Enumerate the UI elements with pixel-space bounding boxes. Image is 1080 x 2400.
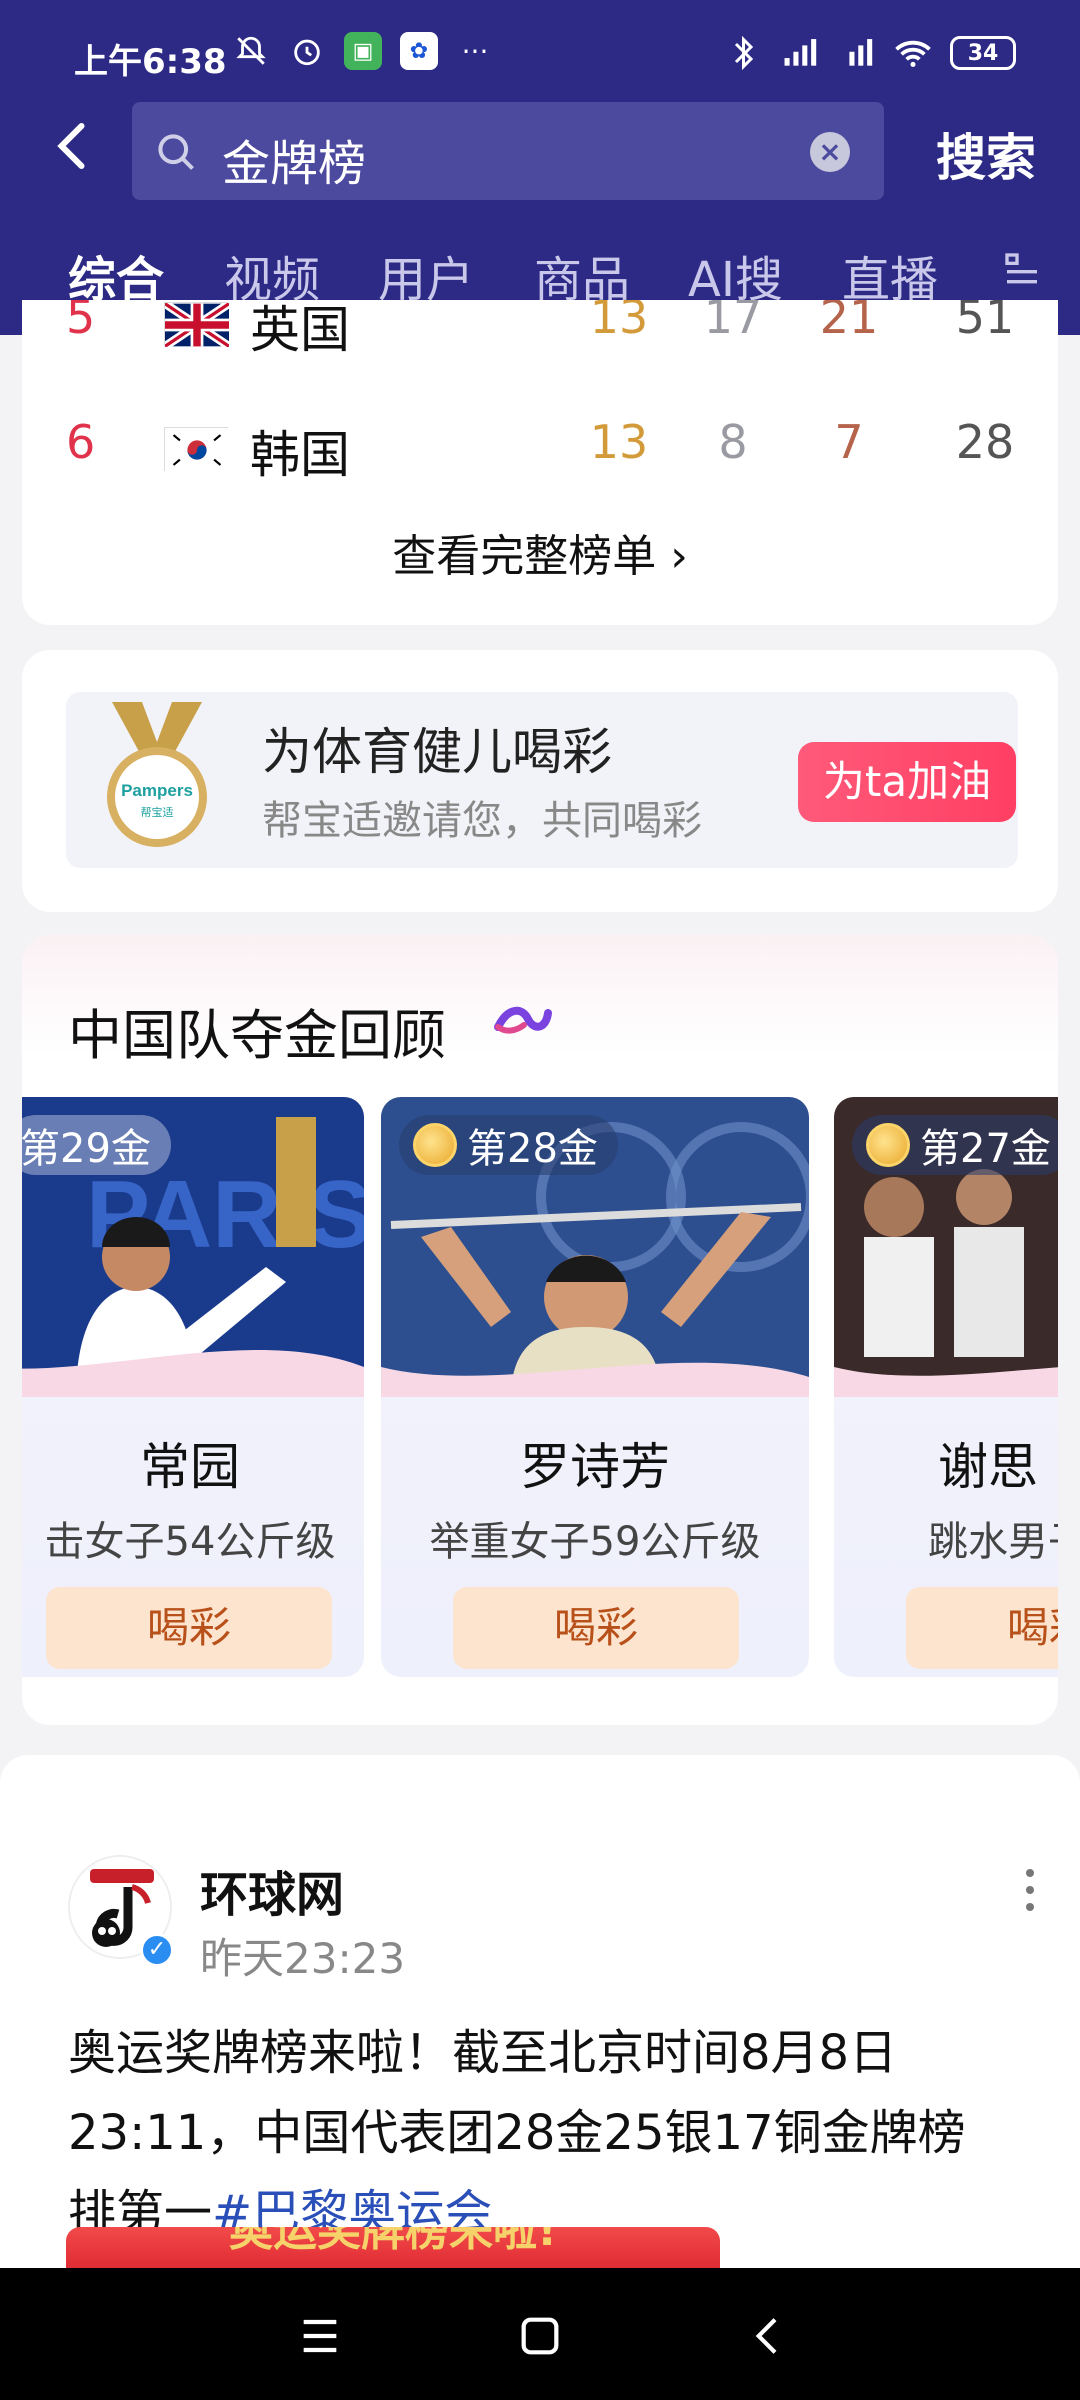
sponsor-banner[interactable]: Pampers 帮宝适 为体育健儿喝彩 帮宝适邀请您，共同喝彩 为ta加油 — [66, 692, 1018, 868]
wifi-icon — [894, 34, 932, 72]
search-icon — [158, 134, 194, 170]
athlete-name: 常园 — [140, 1438, 240, 1496]
gold-number-badge: 第29金 — [22, 1115, 171, 1175]
bell-off-icon — [232, 32, 270, 70]
silver-count: 17 — [703, 300, 763, 344]
sponsor-subtitle: 帮宝适邀请您，共同喝彩 — [262, 798, 702, 844]
cheer-for-athlete-button[interactable]: 为ta加油 — [798, 742, 1016, 822]
swirl-icon — [494, 1006, 552, 1034]
back-nav-icon[interactable] — [740, 2308, 796, 2364]
gold-number-badge: 第27金 — [852, 1115, 1058, 1175]
alarm-icon — [288, 32, 326, 70]
event-name: 击女子54公斤级 — [44, 1519, 336, 1565]
more-notifications-icon: ··· — [461, 34, 489, 68]
event-name: 举重女子59公斤级 — [429, 1519, 761, 1565]
bronze-count: 7 — [834, 415, 864, 469]
bluetooth-icon — [726, 34, 764, 72]
status-notification-icons: ▣ ✿ ··· — [232, 32, 494, 70]
search-row: 金牌榜 × 搜索 — [0, 100, 1080, 200]
verified-badge-icon: ✓ — [140, 1933, 174, 1967]
status-bar: 上午6:38 ▣ ✿ ··· 34 — [0, 30, 1080, 90]
gold-number-badge: 第28金 — [399, 1115, 618, 1175]
app-header: 上午6:38 ▣ ✿ ··· 34 金牌榜 × 搜索 综合 视频 用户 商品 A… — [0, 0, 1080, 335]
chevron-left-icon — [57, 123, 85, 169]
signal-icon — [782, 34, 820, 72]
battery-indicator: 34 — [950, 36, 1016, 70]
country-name: 韩国 — [250, 426, 350, 484]
pampers-medal-logo: Pampers 帮宝适 — [102, 702, 212, 852]
post-text: 奥运奖牌榜来啦！截至北京时间8月8日23:11，中国代表团28金25银17铜金牌… — [68, 2025, 966, 2241]
post-time: 昨天23:23 — [200, 1934, 406, 1983]
gold-medalist-card[interactable]: PARIS 第29金 常园 击女子54公斤级 喝彩 — [22, 1097, 364, 1677]
total-count: 28 — [955, 415, 1015, 469]
event-name: 跳水男子 — [928, 1519, 1058, 1565]
view-full-ranking-link[interactable]: 查看完整榜单 › — [22, 520, 1058, 584]
bronze-count: 21 — [819, 300, 879, 344]
system-nav-bar — [0, 2268, 1080, 2400]
silver-count: 8 — [718, 415, 748, 469]
gold-coin-icon — [866, 1123, 910, 1167]
status-time: 上午6:38 — [74, 42, 227, 82]
news-post[interactable]: ✓ 环球网 昨天23:23 奥运奖牌榜来啦！截至北京时间8月8日23:11，中国… — [0, 1755, 1080, 2287]
country-name: 英国 — [250, 301, 350, 359]
badge-text: 第29金 — [22, 1126, 151, 1172]
back-button[interactable] — [44, 116, 104, 176]
android-app-icon: ▣ — [344, 32, 382, 70]
search-button[interactable]: 搜索 — [936, 118, 1036, 190]
post-author[interactable]: 环球网 — [200, 1855, 344, 1925]
hd-signal-icon — [838, 34, 876, 72]
svg-text:Pampers: Pampers — [121, 781, 193, 800]
rank: 6 — [66, 415, 96, 469]
post-body[interactable]: 奥运奖牌榜来啦！截至北京时间8月8日23:11，中国代表团28金25银17铜金牌… — [68, 2013, 1012, 2253]
gold-coin-icon — [413, 1123, 457, 1167]
status-system-icons: 34 — [726, 34, 1016, 72]
gold-review-card: 中国队夺金回顾 PARIS 第29金 常园 击女子54公斤级 喝彩 第28金 罗… — [22, 935, 1058, 1725]
badge-text: 第27金 — [920, 1126, 1051, 1172]
sponsor-title: 为体育健儿喝彩 — [262, 723, 612, 781]
medal-table-card: 5 英国 13 17 21 51 6 韩国 13 8 7 28 查看完整榜单 › — [22, 300, 1058, 625]
svg-text:帮宝适: 帮宝适 — [141, 805, 174, 819]
athlete-name: 罗诗芳 — [520, 1438, 670, 1496]
gold-count: 13 — [589, 300, 649, 344]
section-title: 中国队夺金回顾 — [68, 1004, 446, 1067]
badge-text: 第28金 — [467, 1126, 598, 1172]
clear-icon[interactable]: × — [810, 132, 850, 172]
total-count: 51 — [955, 300, 1015, 344]
cheer-button[interactable]: 喝彩 — [906, 1587, 1058, 1669]
athlete-name: 谢思 — [938, 1438, 1038, 1496]
rank: 5 — [66, 300, 96, 344]
search-query: 金牌榜 — [222, 136, 367, 192]
gold-medalist-card[interactable]: 第28金 罗诗芳 举重女子59公斤级 喝彩 — [381, 1097, 809, 1677]
menu-icon[interactable] — [292, 2308, 348, 2364]
app-notification-icon: ✿ — [400, 32, 438, 70]
cheer-button[interactable]: 喝彩 — [46, 1587, 332, 1669]
gold-count: 13 — [589, 415, 649, 469]
korea-flag-icon — [164, 427, 229, 472]
gold-medalist-card[interactable]: 第27金 谢思 跳水男子 喝彩 — [834, 1097, 1058, 1677]
home-icon[interactable] — [512, 2308, 568, 2364]
medal-row[interactable]: 6 韩国 13 8 7 28 — [22, 415, 1058, 485]
more-options-icon[interactable] — [1020, 1865, 1040, 1915]
sponsor-card: Pampers 帮宝适 为体育健儿喝彩 帮宝适邀请您，共同喝彩 为ta加油 — [22, 650, 1058, 912]
cheer-button[interactable]: 喝彩 — [453, 1587, 739, 1669]
search-input[interactable]: 金牌榜 × — [132, 102, 884, 200]
tab-menu-icon[interactable] — [1002, 250, 1042, 290]
medal-row[interactable]: 5 英国 13 17 21 51 — [22, 300, 1058, 360]
uk-flag-icon — [162, 300, 232, 350]
